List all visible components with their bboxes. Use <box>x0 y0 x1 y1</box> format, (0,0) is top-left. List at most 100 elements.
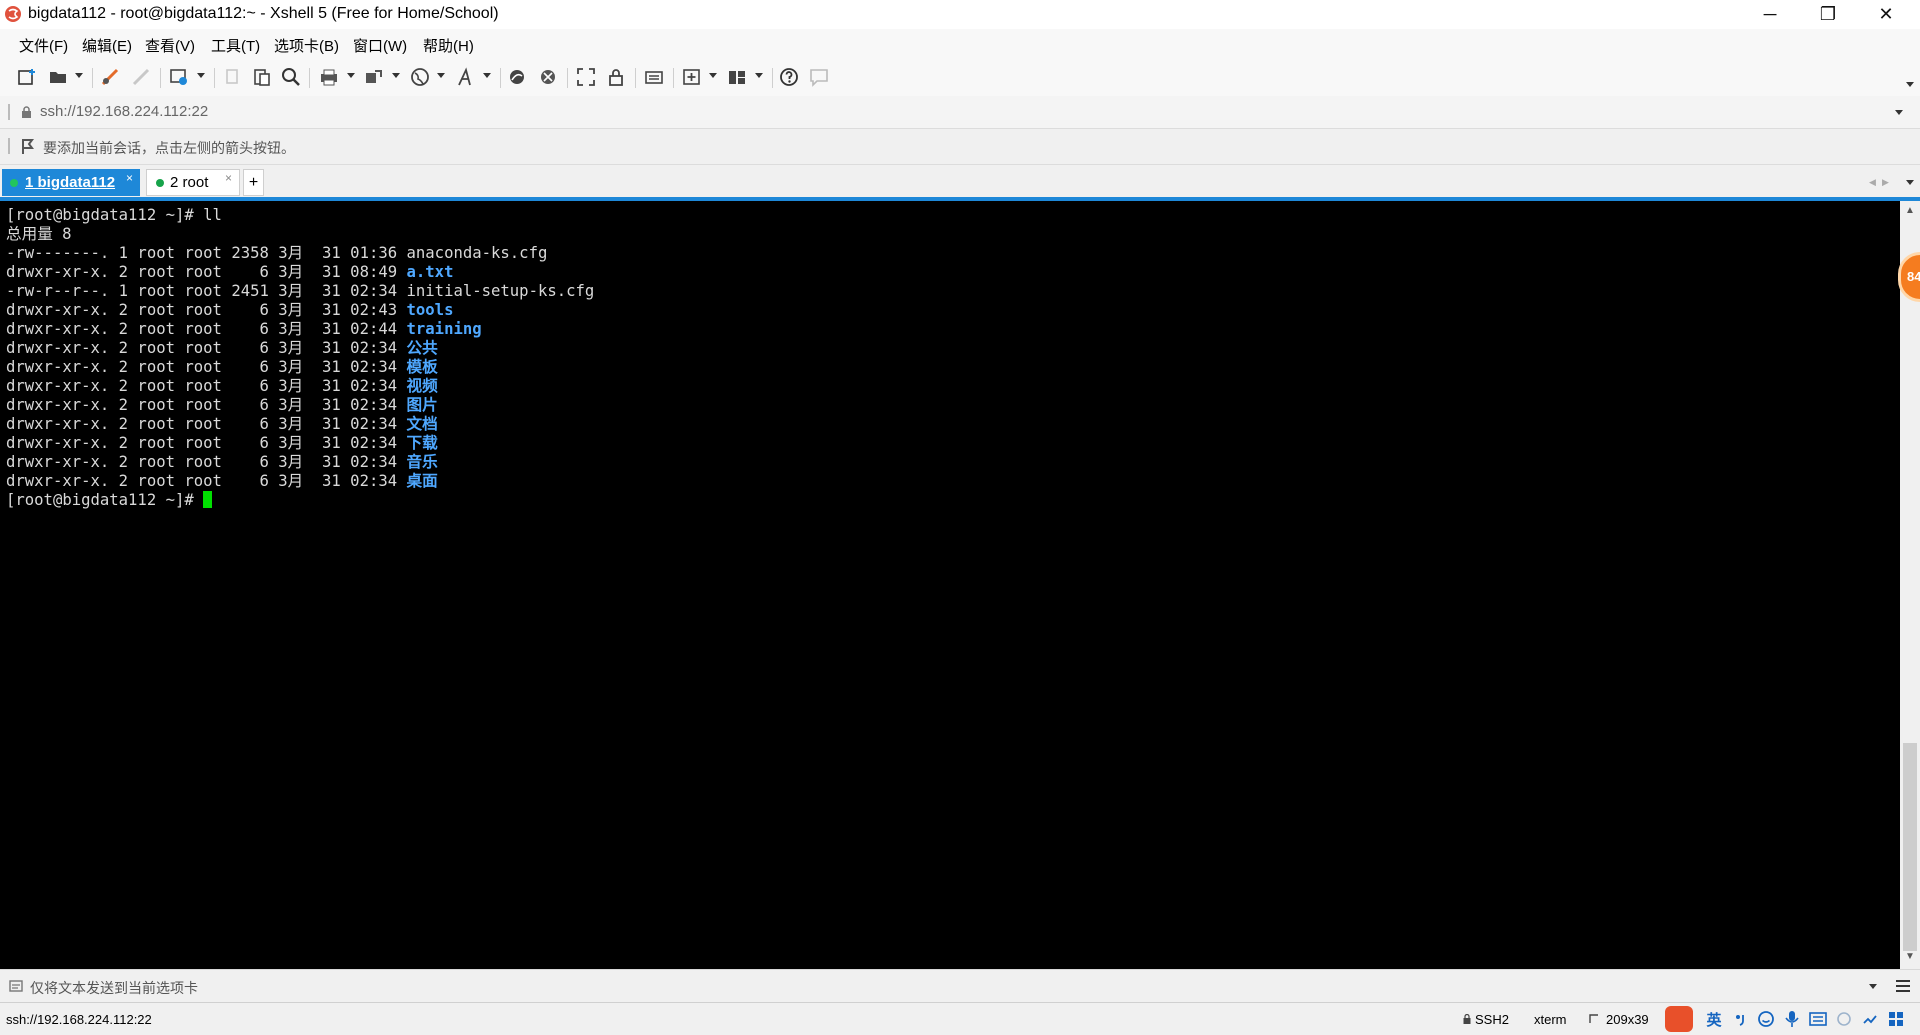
file-row: drwxr-xr-x. 2 root root 6 3月 31 02:34 图片 <box>6 396 438 415</box>
lock-icon[interactable] <box>605 66 627 88</box>
address-dropdown-icon[interactable] <box>1895 110 1903 115</box>
new-session-icon[interactable] <box>16 66 38 88</box>
chat-icon[interactable] <box>808 66 830 88</box>
globe-icon[interactable] <box>409 66 431 88</box>
menu-tabs[interactable]: 选项卡(B) <box>274 35 339 56</box>
open-folder-icon[interactable] <box>47 66 69 88</box>
connect-icon[interactable] <box>99 66 121 88</box>
tab-close-icon[interactable]: × <box>126 171 133 185</box>
xftp-icon[interactable] <box>506 66 528 88</box>
paste-icon[interactable] <box>251 66 273 88</box>
ime-toolbox-icon[interactable] <box>1859 1008 1881 1030</box>
new-tab-button[interactable]: + <box>243 169 264 196</box>
toolbar-separator <box>567 68 568 88</box>
font-dropdown-icon[interactable] <box>483 73 491 78</box>
properties-icon[interactable] <box>168 66 190 88</box>
file-row: drwxr-xr-x. 2 root root 6 3月 31 02:34 桌面 <box>6 472 438 491</box>
send-target-label[interactable]: 仅将文本发送到当前选项卡 <box>30 978 198 998</box>
disconnect-icon[interactable] <box>130 66 152 88</box>
find-icon[interactable] <box>280 66 302 88</box>
file-meta: -rw-r--r--. 1 root root 2451 3月 31 02:34 <box>6 282 407 300</box>
dir-name: 桌面 <box>406 472 438 490</box>
file-row: drwxr-xr-x. 2 root root 6 3月 31 02:34 音乐 <box>6 453 438 472</box>
add-dropdown-icon[interactable] <box>709 73 717 78</box>
toolbar-separator <box>772 68 773 88</box>
ime-language-indicator[interactable]: 英 <box>1703 1008 1725 1030</box>
file-name: initial-setup-ks.cfg <box>406 282 595 300</box>
tab-bigdata112[interactable]: 1 bigdata112 × <box>2 169 140 196</box>
menu-help[interactable]: 帮助(H) <box>423 35 474 56</box>
file-meta: drwxr-xr-x. 2 root root 6 3月 31 02:43 <box>6 301 407 319</box>
dir-name: 文档 <box>406 415 438 433</box>
transfer-icon[interactable] <box>363 66 385 88</box>
toolbar-separator <box>673 68 674 88</box>
minimize-button[interactable]: ─ <box>1741 0 1799 29</box>
dir-name: a.txt <box>406 263 454 281</box>
resize-icon <box>1589 1014 1598 1023</box>
fullscreen-icon[interactable] <box>575 66 597 88</box>
tab-scroll-left-icon[interactable]: ◀ <box>1869 177 1876 188</box>
menu-window[interactable]: 窗口(W) <box>353 35 407 56</box>
lock-icon <box>22 106 31 118</box>
tab-scroll-right-icon[interactable]: ▶ <box>1882 177 1889 188</box>
properties-dropdown-icon[interactable] <box>197 73 205 78</box>
menu-lines-icon[interactable] <box>1895 979 1911 993</box>
keyboard-icon[interactable] <box>1807 1008 1829 1030</box>
compose-icon[interactable] <box>9 980 23 992</box>
hint-grip <box>8 138 10 154</box>
scrollbar-thumb[interactable] <box>1903 743 1917 951</box>
layout-icon[interactable] <box>726 66 748 88</box>
ime-menu-icon[interactable] <box>1885 1008 1907 1030</box>
address-grip <box>8 104 10 120</box>
file-row: drwxr-xr-x. 2 root root 6 3月 31 02:34 公共 <box>6 339 438 358</box>
xmanager-icon[interactable] <box>537 66 559 88</box>
font-icon[interactable] <box>455 66 477 88</box>
send-dropdown-icon[interactable] <box>1869 984 1877 989</box>
file-meta: drwxr-xr-x. 2 root root 6 3月 31 02:44 <box>6 320 407 338</box>
keyboard-icon[interactable] <box>643 66 665 88</box>
print-dropdown-icon[interactable] <box>347 73 355 78</box>
sogou-ime-icon[interactable] <box>1665 1006 1693 1032</box>
file-row: drwxr-xr-x. 2 root root 6 3月 31 02:43 to… <box>6 301 453 320</box>
menu-edit[interactable]: 编辑(E) <box>82 35 132 56</box>
tab-root[interactable]: 2 root × <box>146 169 240 196</box>
emoji-icon[interactable] <box>1755 1008 1777 1030</box>
ime-skin-icon[interactable] <box>1833 1008 1855 1030</box>
ime-punctuation-icon[interactable] <box>1729 1008 1751 1030</box>
add-icon[interactable] <box>681 66 703 88</box>
tab-close-icon[interactable]: × <box>225 171 232 185</box>
status-address: ssh://192.168.224.112:22 <box>6 1012 152 1027</box>
toolbar-separator <box>309 68 310 88</box>
tab-list-dropdown-icon[interactable] <box>1906 180 1914 185</box>
menu-tools[interactable]: 工具(T) <box>211 35 260 56</box>
globe-dropdown-icon[interactable] <box>437 73 445 78</box>
transfer-dropdown-icon[interactable] <box>392 73 400 78</box>
dir-name: 音乐 <box>406 453 438 471</box>
microphone-icon[interactable] <box>1781 1008 1803 1030</box>
tab-bar: 1 bigdata112 × 2 root × + ◀ ▶ <box>0 165 1920 197</box>
close-window-button[interactable]: ✕ <box>1857 0 1915 29</box>
file-meta: drwxr-xr-x. 2 root root 6 3月 31 02:34 <box>6 472 407 490</box>
connected-status-icon <box>156 179 164 187</box>
dir-name: 公共 <box>406 339 438 357</box>
terminal-screen[interactable]: [root@bigdata112 ~]# ll 总用量 8 -rw-------… <box>0 201 1900 969</box>
toolbar <box>0 59 1920 97</box>
add-session-arrow-icon[interactable] <box>20 138 37 155</box>
address-input[interactable]: ssh://192.168.224.112:22 <box>40 103 208 120</box>
open-dropdown-icon[interactable] <box>75 73 83 78</box>
file-row: drwxr-xr-x. 2 root root 6 3月 31 02:44 tr… <box>6 320 482 339</box>
print-icon[interactable] <box>318 66 340 88</box>
copy-icon[interactable] <box>222 66 244 88</box>
scroll-down-icon[interactable]: ▼ <box>1905 951 1915 962</box>
toolbar-overflow-icon[interactable] <box>1906 82 1914 87</box>
toolbar-separator <box>160 68 161 88</box>
menu-view[interactable]: 查看(V) <box>145 35 195 56</box>
toolbar-separator <box>635 68 636 88</box>
menu-file[interactable]: 文件(F) <box>19 35 68 56</box>
file-meta: drwxr-xr-x. 2 root root 6 3月 31 02:34 <box>6 377 407 395</box>
help-icon[interactable] <box>778 66 800 88</box>
layout-dropdown-icon[interactable] <box>755 73 763 78</box>
scroll-up-icon[interactable]: ▲ <box>1905 205 1915 216</box>
file-row: -rw-r--r--. 1 root root 2451 3月 31 02:34… <box>6 282 594 301</box>
restore-button[interactable]: ❐ <box>1799 0 1857 29</box>
